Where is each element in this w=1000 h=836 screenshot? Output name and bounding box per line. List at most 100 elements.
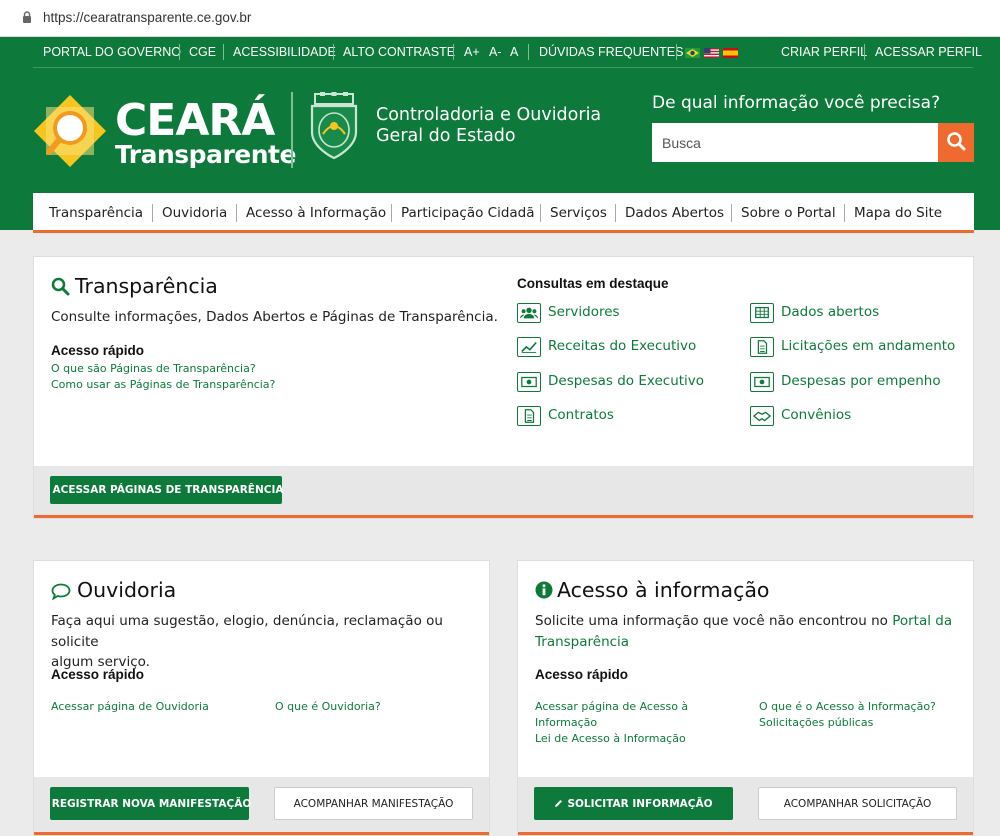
link-solicitacoes-publicas[interactable]: Solicitações públicas: [759, 715, 873, 731]
spain-flag-icon[interactable]: [723, 48, 738, 58]
portal-transparencia-link[interactable]: Portal da: [892, 613, 952, 629]
font-reset-button[interactable]: A: [510, 45, 518, 59]
transparencia-title: Transparência: [75, 274, 218, 298]
main-navigation: Transparência Ouvidoria Acesso à Informa…: [33, 193, 974, 233]
topbar-link-alto-contraste[interactable]: ALTO CONTRASTE: [343, 45, 455, 59]
nav-separator: [615, 204, 616, 222]
link-como-usar-paginas[interactable]: Como usar as Páginas de Transparência?: [51, 377, 275, 393]
acompanhar-solicitacao-button[interactable]: ACOMPANHAR SOLICITAÇÃO: [758, 787, 957, 820]
topbar-link-cge[interactable]: CGE: [189, 45, 216, 59]
url-text[interactable]: https://cearatransparente.ce.gov.br: [43, 10, 251, 25]
featured-label: Licitações em andamento: [781, 338, 956, 354]
topbar-separator: [864, 44, 865, 60]
nav-ouvidoria[interactable]: Ouvidoria: [162, 205, 227, 221]
brand-name: CEARÁ: [115, 95, 275, 146]
featured-label: Servidores: [548, 304, 620, 320]
info-icon: [535, 581, 553, 599]
link-lei-acesso-informacao[interactable]: Lei de Acesso à Informação: [535, 731, 686, 747]
featured-title: Consultas em destaque: [517, 276, 669, 291]
topbar-link-portal-governo[interactable]: PORTAL DO GOVERNO: [43, 45, 181, 59]
search-label: De qual informação você precisa?: [652, 93, 941, 113]
acesso-quick-title: Acesso rápido: [535, 667, 629, 682]
top-utility-bar: PORTAL DO GOVERNO CGE ACESSIBILIDADE ALT…: [33, 37, 982, 68]
topbar-separator: [528, 44, 529, 60]
solicitar-informacao-button[interactable]: SOLICITAR INFORMAÇÃO: [534, 787, 733, 820]
search-input[interactable]: [652, 123, 938, 162]
transparencia-card-footer: ACESSAR PÁGINAS DE TRANSPARÊNCIA: [34, 466, 973, 518]
link-o-que-e-acesso-informacao[interactable]: O que é o Acesso à Informação?: [759, 699, 936, 715]
link-acessar-ouvidoria[interactable]: Acessar página de Ouvidoria: [51, 699, 209, 715]
browser-url-bar[interactable]: https://cearatransparente.ce.gov.br: [0, 0, 1000, 37]
topbar-separator: [179, 44, 180, 60]
acesso-card-footer: SOLICITAR INFORMAÇÃO ACOMPANHAR SOLICITA…: [518, 777, 973, 835]
acessar-paginas-label: ACESSAR PÁGINAS DE TRANSPARÊNCIA: [52, 484, 284, 496]
topbar-separator: [333, 44, 334, 60]
link-acessar-acesso-informacao[interactable]: Acessar página de Acesso à: [535, 699, 688, 715]
acompanhar-manifestacao-button[interactable]: ACOMPANHAR MANIFESTAÇÃO: [274, 787, 473, 820]
table-icon: [750, 303, 774, 323]
lock-icon: [23, 11, 31, 23]
nav-acesso-informacao[interactable]: Acesso à Informação: [246, 205, 386, 221]
document-icon: [750, 337, 774, 357]
topbar-link-duvidas[interactable]: DÚVIDAS FREQUENTES: [539, 45, 683, 59]
organization-line-2: Geral do Estado: [376, 126, 516, 146]
transparencia-description: Consulte informações, Dados Abertos e Pá…: [51, 309, 498, 325]
search-icon: [51, 277, 70, 296]
featured-label: Contratos: [548, 407, 614, 423]
criar-perfil-link[interactable]: CRIAR PERFIL: [781, 45, 867, 59]
line-chart-icon: [517, 337, 541, 357]
featured-label: Despesas por empenho: [781, 373, 941, 389]
handshake-icon: [750, 406, 774, 426]
acesso-informacao-card: Acesso à informação Solicite uma informa…: [517, 560, 974, 836]
topbar-divider: [33, 67, 973, 68]
organization-line-1: Controladoria e Ouvidoria: [376, 105, 602, 125]
transparencia-quick-title: Acesso rápido: [51, 343, 145, 358]
acessar-perfil-link[interactable]: ACESSAR PERFIL: [875, 45, 982, 59]
ouvidoria-description-line: Faça aqui uma sugestão, elogio, denúncia…: [51, 613, 443, 650]
registrar-manifestacao-button[interactable]: REGISTRAR NOVA MANIFESTAÇÃO: [50, 787, 252, 820]
featured-label: Despesas do Executivo: [548, 373, 705, 389]
featured-label: Receitas do Executivo: [548, 338, 697, 354]
ouvidoria-description: Faça aqui uma sugestão, elogio, denúncia…: [51, 611, 489, 673]
link-acessar-acesso-informacao[interactable]: Informação: [535, 715, 597, 731]
ceara-transparente-logo[interactable]: CEARÁ Transparente: [32, 93, 296, 173]
nav-separator: [236, 204, 237, 222]
nav-transparencia[interactable]: Transparência: [49, 205, 143, 221]
nav-mapa-site[interactable]: Mapa do Site: [854, 205, 942, 221]
search-button[interactable]: [938, 123, 974, 162]
font-decrease-button[interactable]: A-: [489, 45, 502, 59]
nav-servicos[interactable]: Serviços: [550, 205, 607, 221]
ouvidoria-card-footer: REGISTRAR NOVA MANIFESTAÇÃO ACOMPANHAR M…: [34, 777, 489, 835]
ouvidoria-card: Ouvidoria Faça aqui uma sugestão, elogio…: [33, 560, 490, 836]
logo-magnifier-icon: [34, 95, 106, 167]
acessar-paginas-button[interactable]: ACESSAR PÁGINAS DE TRANSPARÊNCIA: [50, 476, 284, 504]
portal-transparencia-link[interactable]: Transparência: [535, 634, 629, 650]
nav-separator: [540, 204, 541, 222]
money-icon: [750, 372, 774, 392]
brand-divider: [291, 92, 293, 168]
nav-sobre-portal[interactable]: Sobre o Portal: [741, 205, 836, 221]
registrar-manifestacao-label: REGISTRAR NOVA MANIFESTAÇÃO: [51, 797, 252, 810]
organization-name: Controladoria e Ouvidoria Geral do Estad…: [376, 105, 601, 147]
nav-dados-abertos[interactable]: Dados Abertos: [625, 205, 724, 221]
acesso-title: Acesso à informação: [557, 578, 770, 602]
topbar-separator: [453, 44, 454, 60]
users-icon: [517, 303, 541, 323]
acesso-description: Solicite uma informação que você não enc…: [535, 611, 955, 652]
pencil-icon: [555, 800, 563, 807]
featured-label: Convênios: [781, 407, 852, 423]
topbar-link-acessibilidade[interactable]: ACESSIBILIDADE: [233, 45, 336, 59]
featured-label: Dados abertos: [781, 304, 880, 320]
brand-subtitle: Transparente: [115, 140, 296, 169]
font-increase-button[interactable]: A+: [464, 45, 480, 59]
nav-separator: [844, 204, 845, 222]
nav-participacao-cidada[interactable]: Participação Cidadã: [401, 205, 535, 221]
acesso-description-text: Solicite uma informação que você não enc…: [535, 613, 888, 629]
usa-flag-icon[interactable]: [704, 48, 719, 58]
brazil-flag-icon[interactable]: [685, 48, 700, 58]
topbar-separator: [676, 44, 677, 60]
link-o-que-e-ouvidoria[interactable]: O que é Ouvidoria?: [275, 699, 381, 715]
nav-separator: [731, 204, 732, 222]
ouvidoria-title: Ouvidoria: [77, 578, 177, 602]
link-o-que-sao-paginas[interactable]: O que são Páginas de Transparência?: [51, 361, 256, 377]
